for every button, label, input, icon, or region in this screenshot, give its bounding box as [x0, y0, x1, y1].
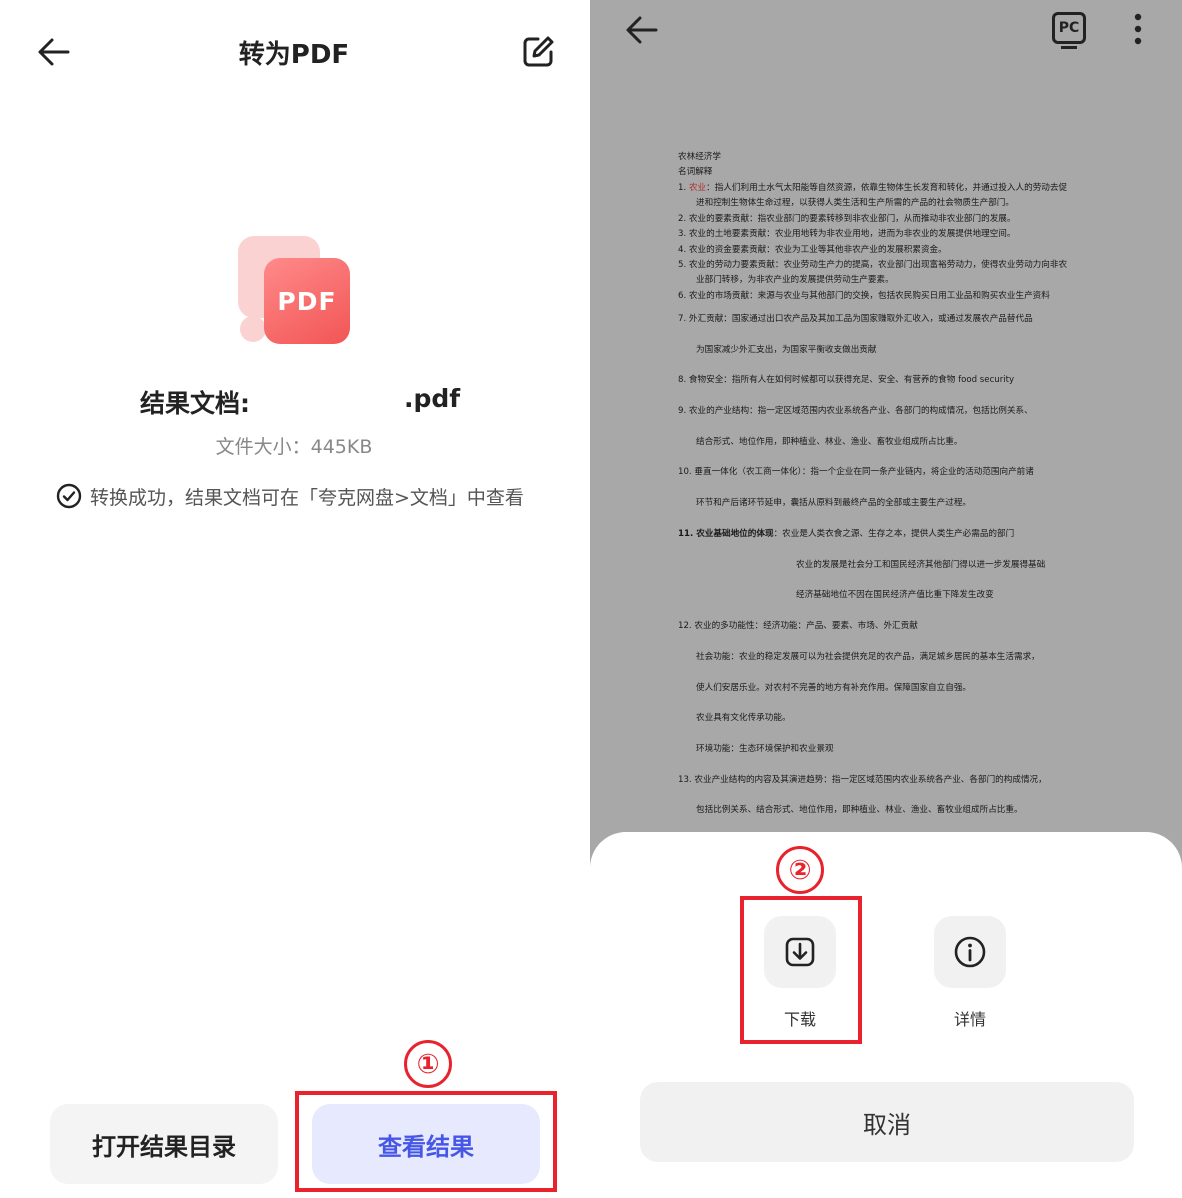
doc-line: 9. 农业的产业结构：指一定区域范围内农业系统各产业、各部门的构成情况，包括比例…	[678, 406, 1033, 416]
result-filename: .pdf	[404, 384, 461, 413]
success-text: 转换成功，结果文档可在「夸克网盘>文档」中查看	[90, 486, 524, 509]
details-button[interactable]	[934, 916, 1006, 988]
open-result-folder-button[interactable]: 打开结果目录	[50, 1104, 278, 1184]
doc-line: 业部门转移，为非农产业的发展提供劳动生产要素。	[696, 275, 894, 285]
result-document-row: 结果文档: .pdf	[0, 384, 588, 420]
doc-line: 3. 农业的土地要素贡献：农业用地转为非农业用地，进而为非农业的发展提供地理空间…	[678, 229, 1016, 239]
more-vertical-icon[interactable]	[1128, 12, 1148, 46]
doc-line: 进和控制生物体生命过程，以获得人类生活和生产所需的产品的社会物质生产部门。	[696, 198, 1014, 208]
pc-badge-text: PC	[1058, 20, 1080, 36]
doc-line: 农业的发展是社会分工和国民经济其他部门得以进一步发展得基础	[796, 560, 1046, 570]
doc-line: 6. 农业的市场贡献：来源与农业与其他部门的交换，包括农民购买日用工业品和购买农…	[678, 291, 1050, 301]
doc-line: 8. 食物安全：指所有人在如何时候都可以获得充足、安全、有营养的食物 food …	[678, 375, 1015, 385]
pc-mode-icon[interactable]: PC	[1052, 12, 1086, 49]
success-message: 转换成功，结果文档可在「夸克网盘>文档」中查看	[56, 482, 524, 510]
doc-line: 社会功能：农业的稳定发展可以为社会提供充足的农产品，满足城乡居民的基本生活需求，	[696, 652, 1040, 662]
info-icon	[954, 936, 986, 968]
doc-line: 农业具有文化传承功能。	[696, 713, 791, 723]
doc-line: 11. 农业基础地位的体现：农业是人类衣食之源、生存之本，提供人类生产必需品的部…	[678, 529, 1015, 539]
conversion-result-screen: 转为PDF PDF 结果文档: .pdf 文件大小：445KB 转换成功，结果文…	[0, 0, 588, 1198]
file-size-text: 文件大小：445KB	[215, 436, 373, 458]
result-label: 结果文档:	[140, 389, 250, 418]
highlight-box-view-result	[295, 1091, 557, 1192]
step-marker-1: ①	[404, 1040, 452, 1088]
cancel-button[interactable]: 取消	[640, 1082, 1134, 1162]
doc-line: 13. 农业产业结构的内容及其演进趋势：指一定区域范围内农业系统各产业、各部门的…	[678, 775, 1047, 785]
back-arrow-icon[interactable]	[622, 10, 662, 50]
step-marker-2-text: ②	[788, 854, 812, 886]
action-sheet: 下载 详情 ② 取消	[590, 832, 1182, 1198]
doc-line: 名词解释	[678, 167, 713, 177]
doc-line: 10. 垂直一体化（农工商一体化）：指一个企业在同一条产业链内，将企业的活动范围…	[678, 467, 1034, 477]
step-marker-2: ②	[776, 846, 824, 894]
doc-line: 环节和产后诸环节延申，囊括从原料到最终产品的全部或主要生产过程。	[696, 498, 972, 508]
doc-line: 环境功能：生态环境保护和农业景观	[696, 744, 834, 754]
doc-line: 1. 农业：指人们利用土水气太阳能等自然资源，依靠生物体生长发育和转化，并通过投…	[678, 183, 1068, 193]
step-marker-1-text: ①	[416, 1048, 440, 1080]
pdf-preview-screen: PC 农林经济学 名词解释 1. 农业：指人们利用土水气太阳能等自然资源，依靠生…	[590, 0, 1182, 1198]
doc-line: 使人们安居乐业。对农村不完善的地方有补充作用。保障国家自立自强。	[696, 683, 972, 693]
page-title: 转为PDF	[238, 40, 350, 70]
doc-line: 经济基础地位不因在国民经济产值比重下降发生改变	[796, 590, 994, 600]
doc-line: 包括比例关系、结合形式、地位作用，即种植业、林业、渔业、畜牧业组成所占比重。	[696, 805, 1023, 815]
details-label: 详情	[953, 1010, 986, 1029]
pdf-file-icon: PDF	[238, 236, 354, 348]
pdf-logo-text: PDF	[264, 258, 350, 344]
doc-line: 12. 农业的多功能性：经济功能：产品、要素、市场、外汇贡献	[678, 621, 918, 631]
doc-line: 农林经济学	[678, 152, 721, 162]
doc-line: 结合形式、地位作用，即种植业、林业、渔业、畜牧业组成所占比重。	[696, 437, 963, 447]
document-preview: 农林经济学 名词解释 1. 农业：指人们利用土水气太阳能等自然资源，依靠生物体生…	[678, 150, 1118, 840]
edit-square-icon[interactable]	[518, 32, 558, 72]
doc-line: 7. 外汇贡献：国家通过出口农产品及其加工品为国家赚取外汇收入，或通过发展农产品…	[678, 314, 1033, 324]
highlight-box-download	[740, 896, 862, 1044]
doc-line: 5. 农业的劳动力要素贡献：农业劳动生产力的提高，农业部门出现富裕劳动力，使得农…	[678, 260, 1068, 270]
check-circle-icon	[56, 483, 82, 509]
doc-line: 2. 农业的要素贡献：指农业部门的要素转移到非农业部门，从而推动非农业部门的发展…	[678, 214, 1016, 224]
doc-line: 4. 农业的资金要素贡献：农业为工业等其他非农产业的发展积累资金。	[678, 245, 947, 255]
doc-line: 为国家减少外汇支出，为国家平衡收支做出贡献	[696, 345, 877, 355]
